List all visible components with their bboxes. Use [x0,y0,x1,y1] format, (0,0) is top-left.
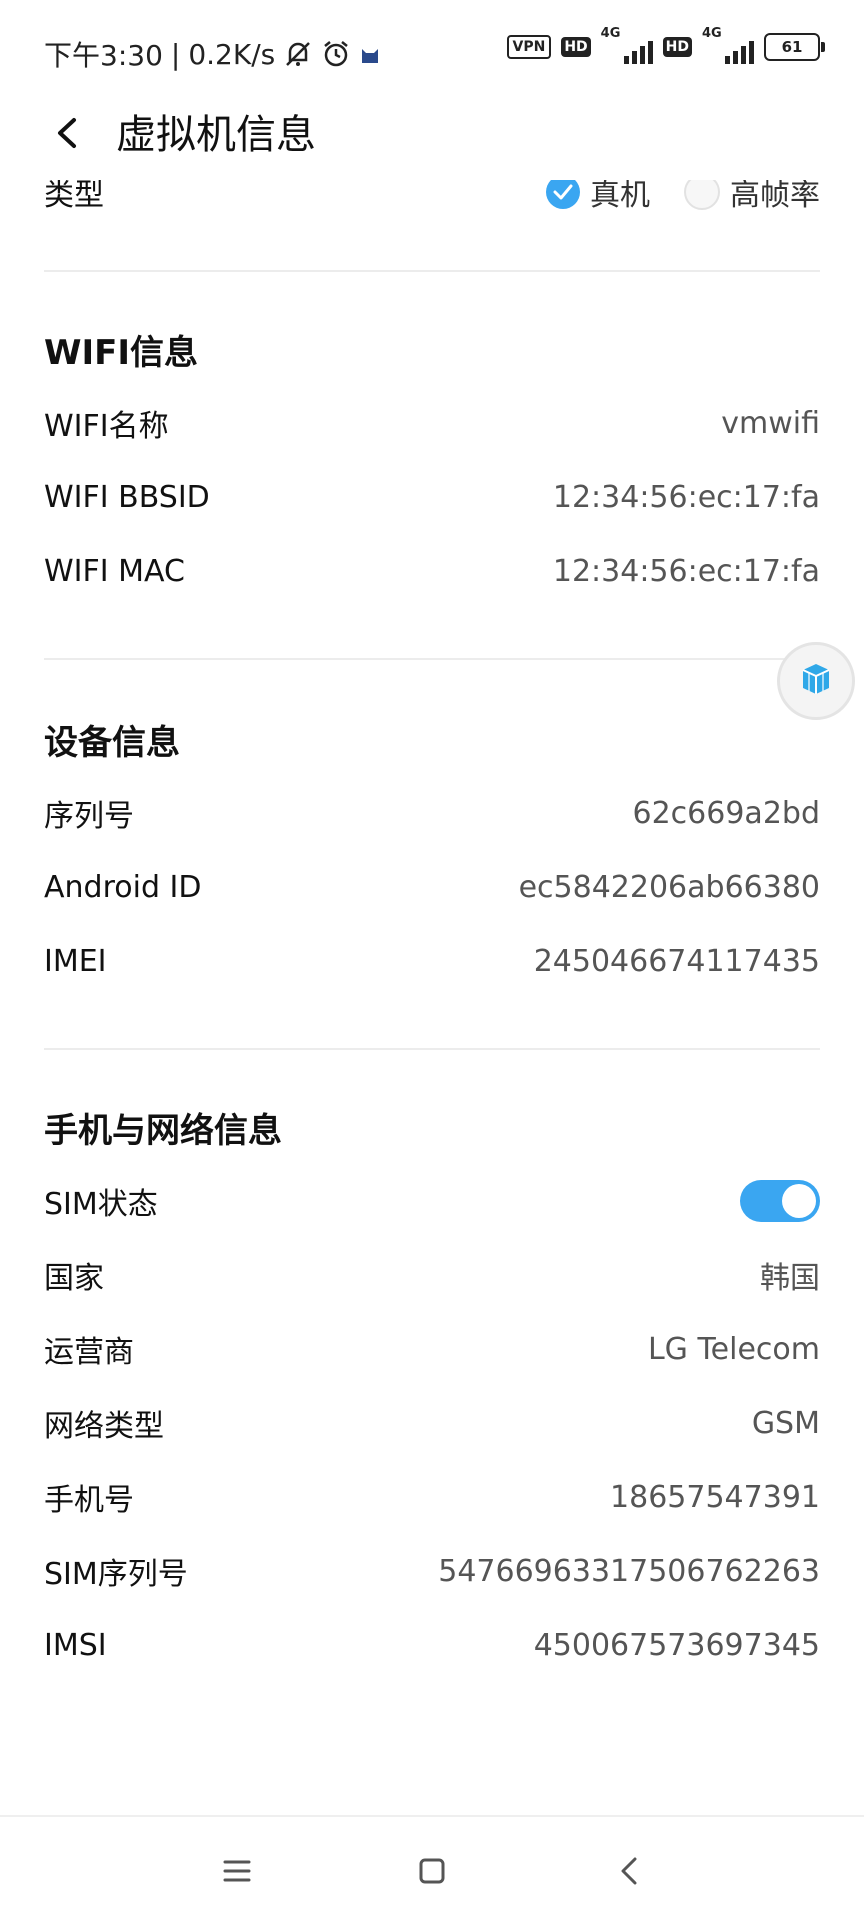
list-item: IMEI 245046674117435 [44,924,820,998]
app-bar: 虚拟机信息 [0,90,864,180]
row-label: 国家 [44,1261,104,1296]
list-item: WIFI BBSID 12:34:56:ec:17:fa [44,460,820,534]
signal-icon-2: 4G [702,26,754,64]
row-label: IMEI [44,943,107,979]
floating-cube-button[interactable] [777,642,855,720]
alarm-clock-icon [321,39,351,69]
row-label: Android ID [44,869,202,905]
list-item: 运营商 LG Telecom [44,1312,820,1386]
list-item: WIFI名称 vmwifi [44,386,820,460]
row-label: 手机号 [44,1483,134,1518]
back-nav-icon[interactable] [610,1851,650,1891]
row-label: IMSI [44,1627,107,1663]
sim-status-row: SIM状态 [44,1164,820,1238]
network-type-2: 4G [702,26,722,41]
back-arrow-icon[interactable] [44,108,94,158]
mute-alarm-icon [283,39,313,69]
section-title-device: 设备信息 [44,722,180,763]
list-item: IMSI 450067573697345 [44,1608,820,1682]
status-bar: 下午3:30 | 0.2K/s VPN HD 4G HD 4G 61 [0,0,864,100]
sim-status-toggle[interactable] [740,1180,820,1222]
cat-app-icon [359,43,381,65]
toggle-knob [782,1184,816,1218]
row-value: 18657547391 [610,1479,820,1515]
page-title: 虚拟机信息 [116,112,316,158]
row-label: WIFI名称 [44,409,169,444]
section-title-wifi: WIFI信息 [44,332,199,373]
row-value: 12:34:56:ec:17:fa [552,479,820,515]
status-separator: | [170,37,181,71]
status-right: VPN HD 4G HD 4G 61 [506,26,825,64]
row-value: 450067573697345 [533,1627,820,1663]
row-label: WIFI MAC [44,553,185,589]
status-time: 下午3:30 [44,39,163,72]
list-item: 序列号 62c669a2bd [44,776,820,850]
row-value: 12:34:56:ec:17:fa [552,553,820,589]
status-left: 下午3:30 | 0.2K/s [44,34,381,74]
section-title-phone: 手机与网络信息 [44,1110,282,1151]
row-label: 运营商 [44,1335,134,1370]
row-label: 网络类型 [44,1409,164,1444]
list-item: 网络类型 GSM [44,1386,820,1460]
vpn-badge: VPN [506,35,552,59]
checkbox-checked-icon[interactable] [546,175,580,209]
status-speed: 0.2K/s [188,37,276,71]
home-icon[interactable] [412,1851,452,1891]
row-label: 序列号 [44,799,134,834]
row-label: SIM序列号 [44,1557,188,1592]
row-value: 245046674117435 [533,943,820,979]
list-item: Android ID ec5842206ab66380 [44,850,820,924]
list-item: WIFI MAC 12:34:56:ec:17:fa [44,534,820,608]
row-value: ec5842206ab66380 [518,869,820,905]
row-label: WIFI BBSID [44,479,210,515]
battery-icon: 61 [764,33,825,61]
row-value: LG Telecom [647,1331,820,1367]
hd-badge-2: HD [662,37,692,57]
sim-status-label: SIM状态 [44,1187,158,1222]
list-item: SIM序列号 54766963317506762263 [44,1534,820,1608]
row-value: GSM [751,1405,820,1441]
cube-icon [795,658,837,704]
row-value: 54766963317506762263 [438,1553,820,1589]
row-value: vmwifi [721,405,820,441]
signal-icon-1: 4G [601,26,653,64]
hd-badge-1: HD [561,37,591,57]
navigation-bar [0,1815,864,1922]
row-value: 韩国 [760,1261,820,1296]
row-value: 62c669a2bd [632,795,821,831]
main-content: 类型 真机 高帧率 WIFI信息 WIFI名称 vmwifi WIFI BBSI… [44,160,820,1682]
menu-icon[interactable] [217,1851,257,1891]
list-item: 手机号 18657547391 [44,1460,820,1534]
network-type-1: 4G [600,26,621,41]
list-item: 国家 韩国 [44,1238,820,1312]
